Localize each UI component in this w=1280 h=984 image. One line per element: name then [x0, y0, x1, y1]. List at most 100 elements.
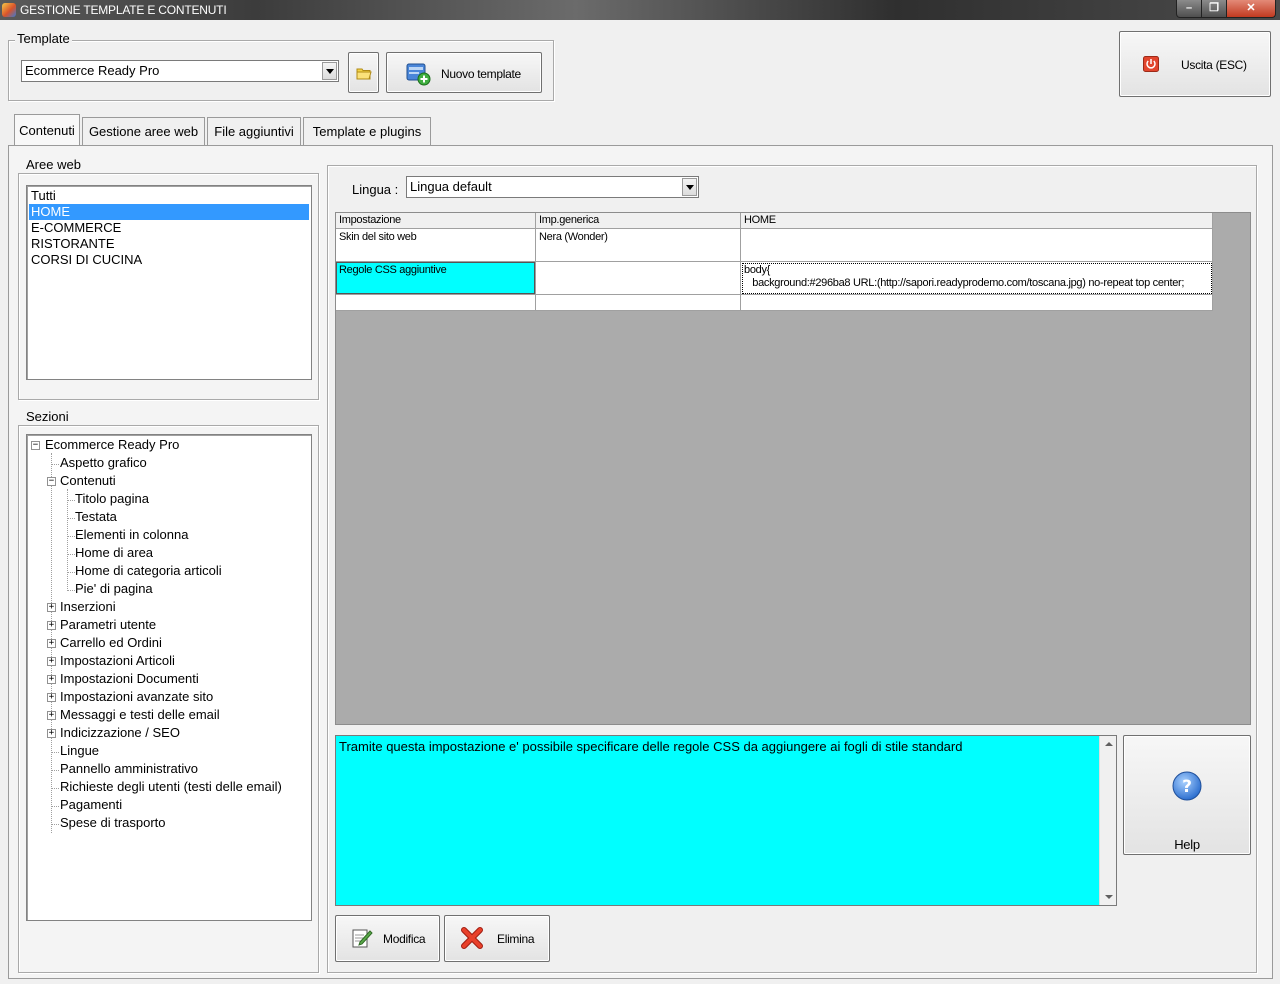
exit-label: Uscita (ESC): [1181, 58, 1247, 72]
grid-cell-focused[interactable]: body{ background:#296ba8 URL:(http://sap…: [741, 262, 1213, 295]
grid-cell[interactable]: [336, 295, 536, 311]
grid-header[interactable]: HOME: [741, 213, 1213, 229]
tab-label: File aggiuntivi: [214, 124, 294, 139]
power-icon: [1143, 56, 1159, 72]
list-item[interactable]: RISTORANTE: [29, 236, 309, 252]
tree-item[interactable]: Richieste degli utenti (testi delle emai…: [60, 778, 282, 796]
tab-file-aggiuntivi[interactable]: File aggiuntivi: [207, 117, 301, 145]
expand-icon[interactable]: +: [47, 693, 56, 702]
expand-icon[interactable]: +: [47, 639, 56, 648]
tab-template-e-plugins[interactable]: Template e plugins: [303, 117, 431, 145]
tree-item[interactable]: Messaggi e testi delle email: [60, 706, 220, 724]
tree-item[interactable]: Indicizzazione / SEO: [60, 724, 180, 742]
grid-cell[interactable]: [536, 262, 741, 295]
help-button[interactable]: ? Help: [1123, 735, 1251, 855]
tab-label: Contenuti: [19, 123, 75, 138]
tree-item[interactable]: Impostazioni Articoli: [60, 652, 175, 670]
tree-item[interactable]: Home di area: [75, 544, 153, 562]
collapse-icon[interactable]: −: [47, 477, 56, 486]
tree-item[interactable]: Elementi in colonna: [75, 526, 188, 544]
tree-line: [51, 824, 59, 825]
grid-header[interactable]: Impostazione: [336, 213, 536, 229]
lingua-label: Lingua :: [352, 182, 399, 197]
maximize-button[interactable]: ❐: [1201, 0, 1227, 18]
description-scrollbar[interactable]: [1099, 736, 1116, 905]
template-select[interactable]: Ecommerce Ready Pro: [21, 60, 339, 82]
collapse-icon[interactable]: −: [31, 441, 40, 450]
modifica-button[interactable]: Modifica: [335, 915, 440, 962]
grid-cell[interactable]: Nera (Wonder): [536, 229, 741, 262]
grid-cell[interactable]: [536, 295, 741, 311]
grid-cell[interactable]: Skin del sito web: [336, 229, 536, 262]
tree-line: [67, 489, 68, 589]
chevron-down-icon[interactable]: [682, 178, 697, 196]
tree-line: [51, 770, 59, 771]
scroll-up-icon[interactable]: [1105, 742, 1113, 746]
expand-icon[interactable]: +: [47, 729, 56, 738]
description-text: Tramite questa impostazione e' possibile…: [339, 739, 963, 754]
delete-icon: [461, 927, 483, 949]
tab-label: Gestione aree web: [88, 124, 199, 139]
open-folder-button[interactable]: [348, 52, 379, 93]
tree-root[interactable]: Ecommerce Ready Pro: [45, 436, 179, 454]
new-template-button[interactable]: Nuovo template: [386, 52, 542, 93]
tree-line: [67, 554, 75, 555]
close-button[interactable]: ✕: [1226, 0, 1276, 18]
tree-item[interactable]: Pagamenti: [60, 796, 122, 814]
elimina-label: Elimina: [497, 932, 535, 946]
tree-item[interactable]: Contenuti: [60, 472, 116, 490]
tree-item[interactable]: Pie' di pagina: [75, 580, 153, 598]
tree-line: [67, 572, 75, 573]
lingua-select[interactable]: Lingua default: [406, 176, 699, 198]
list-item-selected[interactable]: HOME: [29, 204, 309, 220]
tree-item[interactable]: Impostazioni Documenti: [60, 670, 199, 688]
tree-item[interactable]: Titolo pagina: [75, 490, 149, 508]
grid-cell[interactable]: [741, 295, 1213, 311]
tree-item[interactable]: Testata: [75, 508, 117, 526]
tree-item[interactable]: Aspetto grafico: [60, 454, 147, 472]
tab-contenuti[interactable]: Contenuti: [14, 114, 80, 146]
grid-header[interactable]: Imp.generica: [536, 213, 741, 229]
expand-icon[interactable]: +: [47, 711, 56, 720]
tree-line: [67, 590, 75, 591]
tab-gestione-aree-web[interactable]: Gestione aree web: [82, 117, 205, 145]
lingua-select-value: Lingua default: [410, 179, 492, 194]
tab-label: Template e plugins: [312, 124, 422, 139]
expand-icon[interactable]: +: [47, 621, 56, 630]
tree-item[interactable]: Lingue: [60, 742, 99, 760]
tree-line: [51, 752, 59, 753]
grid-cell[interactable]: [741, 229, 1213, 262]
tree-item[interactable]: Home di categoria articoli: [75, 562, 222, 580]
sezioni-tree[interactable]: − Ecommerce Ready Pro Aspetto grafico − …: [26, 434, 312, 921]
exit-button[interactable]: Uscita (ESC): [1119, 31, 1271, 97]
tree-item[interactable]: Carrello ed Ordini: [60, 634, 162, 652]
tree-item[interactable]: Pannello amministrativo: [60, 760, 198, 778]
scroll-down-icon[interactable]: [1105, 895, 1113, 899]
tree-item[interactable]: Spese di trasporto: [60, 814, 166, 832]
grid-cell-selected[interactable]: Regole CSS aggiuntive: [336, 262, 536, 295]
tree-line: [67, 500, 75, 501]
description-box[interactable]: Tramite questa impostazione e' possibile…: [335, 735, 1117, 906]
window-title: GESTIONE TEMPLATE E CONTENUTI: [20, 3, 227, 17]
expand-icon[interactable]: +: [47, 603, 56, 612]
tree-item[interactable]: Impostazioni avanzate sito: [60, 688, 213, 706]
minimize-button[interactable]: –: [1176, 0, 1202, 18]
chevron-down-icon[interactable]: [322, 62, 337, 80]
expand-icon[interactable]: +: [47, 657, 56, 666]
new-template-icon: [406, 63, 431, 86]
list-item[interactable]: E-COMMERCE: [29, 220, 309, 236]
help-label: Help: [1174, 837, 1200, 852]
settings-grid[interactable]: Impostazione Imp.generica HOME Skin del …: [335, 212, 1251, 725]
expand-icon[interactable]: +: [47, 675, 56, 684]
list-item[interactable]: Tutti: [29, 188, 309, 204]
list-item[interactable]: CORSI DI CUCINA: [29, 252, 309, 268]
elimina-button[interactable]: Elimina: [444, 915, 550, 962]
aree-web-list[interactable]: Tutti HOME E-COMMERCE RISTORANTE CORSI D…: [26, 185, 312, 380]
edit-icon: [352, 929, 373, 948]
template-group-label: Template: [15, 31, 72, 46]
app-icon: [2, 3, 16, 17]
help-icon: ?: [1172, 771, 1202, 801]
aree-web-label: Aree web: [24, 157, 83, 172]
tree-item[interactable]: Parametri utente: [60, 616, 156, 634]
tree-item[interactable]: Inserzioni: [60, 598, 116, 616]
